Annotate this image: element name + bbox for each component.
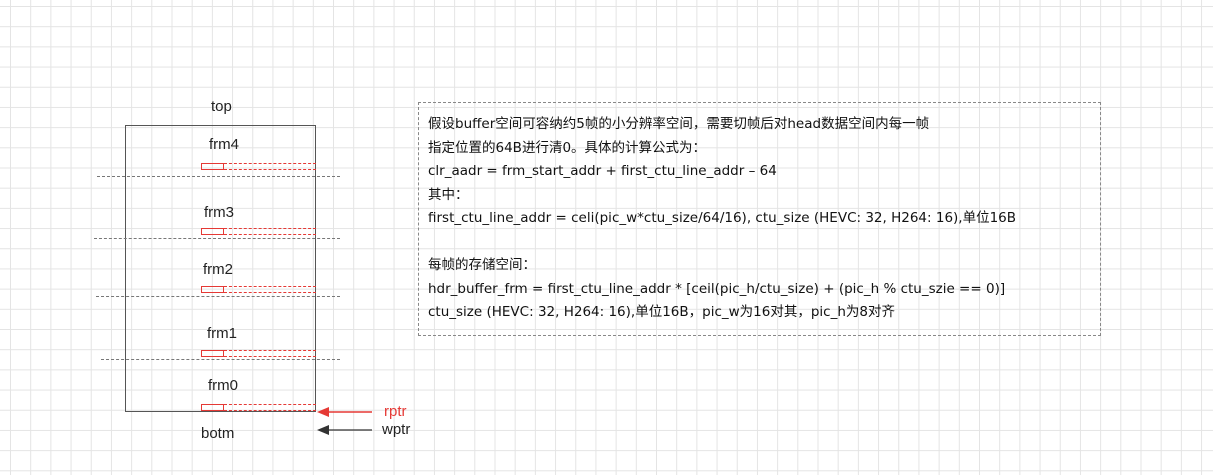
rptr-label: rptr — [384, 403, 407, 420]
formula-note: 假设buffer空间可容纳约5帧的小分辨率空间，需要切帧后对head数据空间内每… — [418, 102, 1101, 336]
note-line: 其中： — [428, 186, 469, 203]
wptr-arrow-icon — [317, 425, 372, 435]
note-line: 假设buffer空间可容纳约5帧的小分辨率空间，需要切帧后对head数据空间内每… — [428, 116, 930, 132]
wptr-label: wptr — [382, 421, 411, 438]
note-line: 每帧的存储空间： — [428, 257, 536, 273]
note-line: ctu_size (HEVC: 32, H264: 16),单位16B，pic_… — [428, 304, 895, 320]
rptr-arrow-icon — [317, 407, 372, 417]
note-line: clr_aadr = frm_start_addr + first_ctu_li… — [428, 163, 777, 179]
note-line — [428, 231, 1091, 255]
note-line: first_ctu_line_addr = celi(pic_w*ctu_siz… — [428, 210, 1017, 226]
note-line: 指定位置的64B进行清0。具体的计算公式为： — [428, 139, 707, 156]
note-line: hdr_buffer_frm = first_ctu_line_addr * [… — [428, 280, 1006, 297]
